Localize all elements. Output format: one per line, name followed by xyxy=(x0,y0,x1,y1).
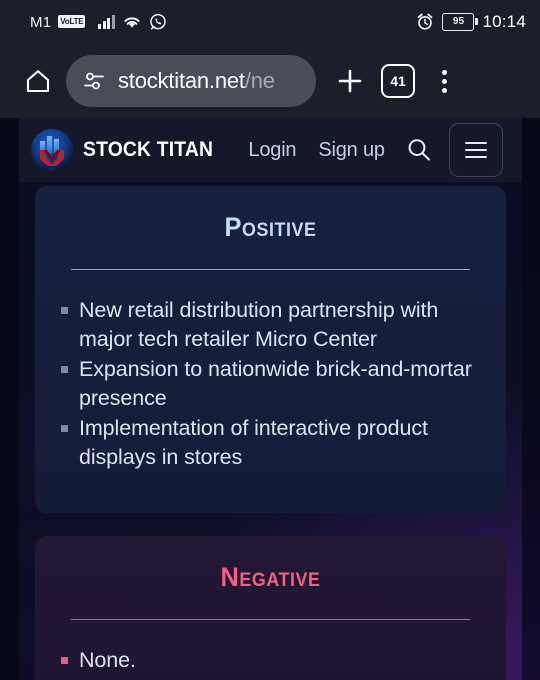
logo-chevron-icon xyxy=(40,150,64,166)
volte-badge: VoLTE xyxy=(58,14,86,28)
positive-bullet-list: New retail distribution partnership with… xyxy=(35,270,506,472)
new-tab-button[interactable] xyxy=(326,57,374,105)
list-item: Implementation of interactive product di… xyxy=(61,414,476,472)
whatsapp-icon xyxy=(149,13,167,31)
site-menu-button[interactable] xyxy=(448,123,503,177)
browser-toolbar: stocktitan.net/ne 41 xyxy=(0,44,540,118)
status-bar-left: M1 VoLTE xyxy=(30,13,167,31)
battery-icon: 95 xyxy=(442,13,478,31)
web-page: STOCK TITAN Login Sign up Positive New r… xyxy=(0,118,540,680)
list-item: Expansion to nationwide brick-and-mortar… xyxy=(61,355,476,413)
search-icon xyxy=(408,139,430,161)
tab-count-badge: 41 xyxy=(381,64,415,98)
clock-label: 10:14 xyxy=(482,12,526,31)
hamburger-icon xyxy=(464,142,487,158)
tune-icon xyxy=(82,70,106,92)
site-header: STOCK TITAN Login Sign up xyxy=(19,118,522,182)
page-right-gutter xyxy=(522,118,540,680)
page-left-gutter xyxy=(0,118,19,680)
carrier-label: M1 xyxy=(30,13,52,31)
browser-menu-button[interactable] xyxy=(422,57,466,105)
site-logo[interactable]: STOCK TITAN xyxy=(31,129,224,171)
url-path: /ne xyxy=(244,68,275,93)
positive-section-title: Positive xyxy=(224,212,317,242)
negative-section-title: Negative xyxy=(220,562,321,592)
article-content: Positive New retail distribution partner… xyxy=(19,182,522,680)
stock-titan-logo-icon xyxy=(31,129,73,171)
url-bar[interactable]: stocktitan.net/ne xyxy=(66,55,316,107)
url-text: stocktitan.net/ne xyxy=(118,68,275,94)
status-bar: M1 VoLTE 95 10:14 xyxy=(0,0,540,44)
phone-screen: M1 VoLTE 95 10:14 stocktitan.net/ne 41 S… xyxy=(0,0,540,680)
brand-label: STOCK TITAN xyxy=(83,138,214,161)
negative-section-card: Negative None. xyxy=(35,536,506,680)
list-item: New retail distribution partnership with… xyxy=(61,296,476,354)
nav-signup-link[interactable]: Sign up xyxy=(318,139,385,162)
battery-level: 95 xyxy=(452,16,465,27)
tab-switcher-button[interactable]: 41 xyxy=(374,57,422,105)
negative-bullet-list: None. xyxy=(35,620,506,675)
plus-icon xyxy=(338,69,362,93)
nav-login-link[interactable]: Login xyxy=(248,139,296,162)
search-button[interactable] xyxy=(403,134,435,166)
alarm-clock-icon xyxy=(416,13,434,31)
more-vertical-icon xyxy=(441,69,447,93)
site-nav: Login Sign up xyxy=(248,139,385,162)
home-button[interactable] xyxy=(18,61,58,101)
url-host: stocktitan.net xyxy=(118,68,245,93)
list-item: None. xyxy=(61,646,476,675)
status-bar-right: 95 10:14 xyxy=(416,12,526,32)
wifi-icon xyxy=(122,14,142,30)
home-icon xyxy=(26,70,50,93)
signal-bars-icon xyxy=(98,15,115,29)
positive-section-card: Positive New retail distribution partner… xyxy=(35,186,506,513)
